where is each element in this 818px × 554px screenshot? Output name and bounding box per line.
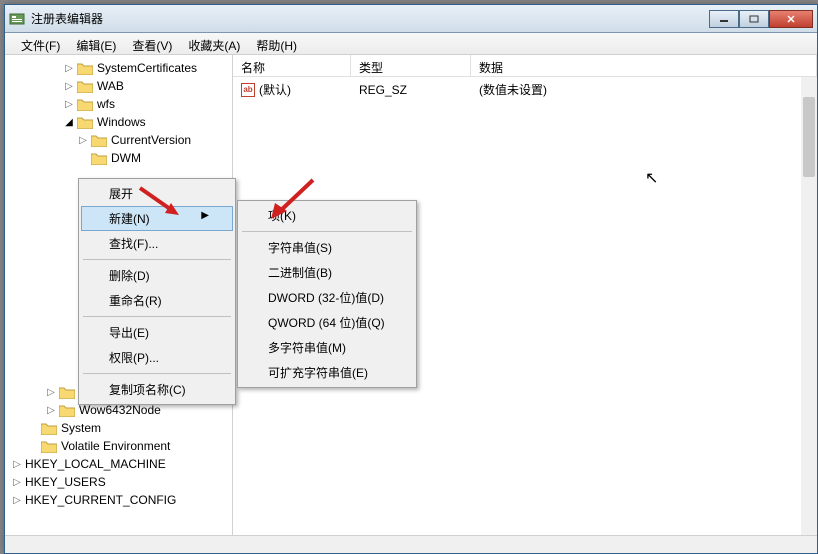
folder-icon <box>59 404 75 417</box>
scrollbar[interactable] <box>801 77 817 553</box>
context-menu: 展开 新建(N)▶ 查找(F)... 删除(D) 重命名(R) 导出(E) 权限… <box>78 178 236 405</box>
folder-icon <box>91 152 107 165</box>
chevron-down-icon[interactable]: ◢ <box>63 116 75 128</box>
ctx-rename[interactable]: 重命名(R) <box>81 288 233 313</box>
app-icon <box>9 11 25 27</box>
string-value-icon: ab <box>241 83 255 97</box>
window-title: 注册表编辑器 <box>31 10 709 27</box>
col-type[interactable]: 类型 <box>351 55 471 76</box>
chevron-right-icon[interactable]: ▷ <box>63 98 75 110</box>
menubar: 文件(F) 编辑(E) 查看(V) 收藏夹(A) 帮助(H) <box>5 33 817 55</box>
maximize-button[interactable] <box>739 10 769 28</box>
titlebar[interactable]: 注册表编辑器 <box>5 5 817 33</box>
menu-view[interactable]: 查看(V) <box>124 33 180 54</box>
menu-favorites[interactable]: 收藏夹(A) <box>180 33 248 54</box>
chevron-right-icon[interactable]: ▷ <box>11 458 23 470</box>
tree-item[interactable]: ▷SystemCertificates <box>5 59 232 77</box>
ctx-new[interactable]: 新建(N)▶ <box>81 206 233 231</box>
value-type: REG_SZ <box>351 79 471 100</box>
menu-edit[interactable]: 编辑(E) <box>68 33 124 54</box>
folder-icon <box>77 62 93 75</box>
tree-item[interactable]: System <box>5 419 232 437</box>
folder-icon <box>91 134 107 147</box>
chevron-right-icon[interactable]: ▷ <box>77 134 89 146</box>
separator <box>83 373 231 374</box>
folder-icon <box>41 422 57 435</box>
tree-item[interactable]: ▷HKEY_USERS <box>5 473 232 491</box>
separator <box>83 316 231 317</box>
value-name: (默认) <box>259 81 291 98</box>
ctx-new-dword[interactable]: DWORD (32-位)值(D) <box>240 285 414 310</box>
col-name[interactable]: 名称 <box>233 55 351 76</box>
chevron-right-icon[interactable]: ▷ <box>63 80 75 92</box>
ctx-find[interactable]: 查找(F)... <box>81 231 233 256</box>
tree-item-dwm[interactable]: DWM <box>5 149 232 167</box>
separator <box>83 259 231 260</box>
folder-icon <box>41 440 57 453</box>
scrollbar-thumb[interactable] <box>803 97 815 177</box>
tree-item[interactable]: Volatile Environment <box>5 437 232 455</box>
registry-editor-window: 注册表编辑器 文件(F) 编辑(E) 查看(V) 收藏夹(A) 帮助(H) ▷S… <box>4 4 818 554</box>
folder-icon <box>77 98 93 111</box>
chevron-right-icon[interactable]: ▷ <box>45 404 57 416</box>
chevron-right-icon[interactable]: ▷ <box>11 476 23 488</box>
ctx-delete[interactable]: 删除(D) <box>81 263 233 288</box>
folder-icon <box>59 386 75 399</box>
ctx-export[interactable]: 导出(E) <box>81 320 233 345</box>
separator <box>242 231 412 232</box>
chevron-right-icon[interactable]: ▷ <box>45 386 57 398</box>
chevron-right-icon[interactable]: ▷ <box>11 494 23 506</box>
statusbar <box>5 535 817 553</box>
chevron-right-icon[interactable]: ▷ <box>63 62 75 74</box>
ctx-copyname[interactable]: 复制项名称(C) <box>81 377 233 402</box>
list-row[interactable]: ab (默认) REG_SZ (数值未设置) <box>233 77 817 102</box>
tree-item[interactable]: ▷wfs <box>5 95 232 113</box>
col-data[interactable]: 数据 <box>471 55 817 76</box>
list-header: 名称 类型 数据 <box>233 55 817 77</box>
ctx-new-qword[interactable]: QWORD (64 位)值(Q) <box>240 310 414 335</box>
tree-item[interactable]: ◢Windows <box>5 113 232 131</box>
ctx-new-multi[interactable]: 多字符串值(M) <box>240 335 414 360</box>
tree-item[interactable]: ▷HKEY_CURRENT_CONFIG <box>5 491 232 509</box>
tree-item[interactable]: ▷WAB <box>5 77 232 95</box>
value-data: (数值未设置) <box>471 79 817 100</box>
cursor-icon: ↖ <box>645 168 658 188</box>
menu-file[interactable]: 文件(F) <box>13 33 68 54</box>
ctx-permissions[interactable]: 权限(P)... <box>81 345 233 370</box>
ctx-new-key[interactable]: 项(K) <box>240 203 414 228</box>
ctx-new-expand[interactable]: 可扩充字符串值(E) <box>240 360 414 385</box>
tree-item[interactable]: ▷HKEY_LOCAL_MACHINE <box>5 455 232 473</box>
close-button[interactable] <box>769 10 813 28</box>
ctx-new-string[interactable]: 字符串值(S) <box>240 235 414 260</box>
minimize-button[interactable] <box>709 10 739 28</box>
submenu-arrow-icon: ▶ <box>201 210 209 227</box>
menu-help[interactable]: 帮助(H) <box>248 33 305 54</box>
ctx-expand[interactable]: 展开 <box>81 181 233 206</box>
folder-icon <box>77 116 93 129</box>
ctx-new-binary[interactable]: 二进制值(B) <box>240 260 414 285</box>
folder-icon <box>77 80 93 93</box>
context-submenu-new: 项(K) 字符串值(S) 二进制值(B) DWORD (32-位)值(D) QW… <box>237 200 417 388</box>
tree-item[interactable]: ▷CurrentVersion <box>5 131 232 149</box>
